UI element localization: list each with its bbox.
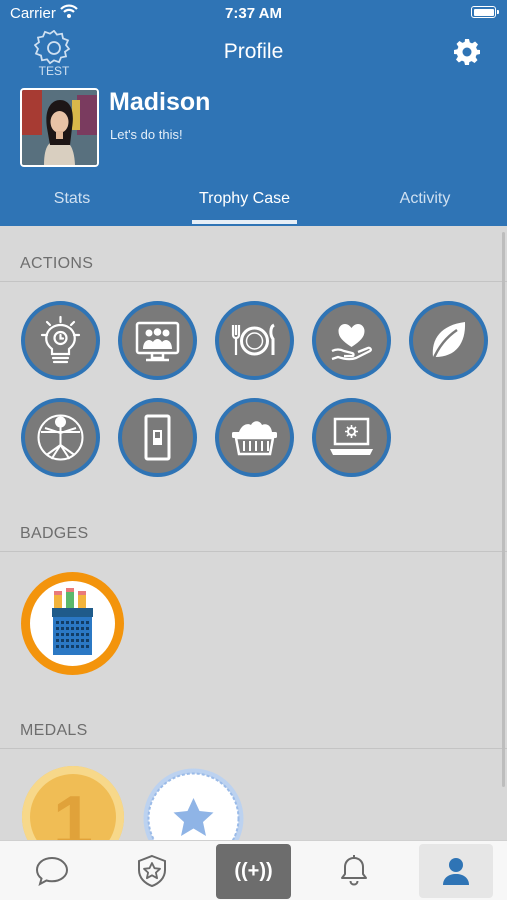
- broadcast-plus-icon[interactable]: ((+)): [216, 844, 291, 899]
- action-heart-hand[interactable]: [312, 301, 391, 380]
- tab-activity[interactable]: Activity: [355, 180, 495, 226]
- user-name: Madison: [109, 88, 211, 116]
- pencil-cup-icon: [52, 588, 93, 655]
- settings-gear-icon[interactable]: [453, 38, 481, 66]
- heart-hand-icon: [331, 324, 372, 361]
- bottom-tab-bar: ((+)): [0, 840, 507, 900]
- actions-divider: [0, 281, 507, 282]
- light-switch-icon: [144, 414, 171, 461]
- actions-section-title: ACTIONS: [20, 255, 94, 272]
- chat-icon: [35, 856, 69, 886]
- action-lightbulb-clock[interactable]: [21, 301, 100, 380]
- active-tab-indicator: [192, 220, 297, 224]
- shield-star-icon: [138, 854, 166, 888]
- tab-profile[interactable]: [419, 844, 493, 898]
- bell-icon: [341, 855, 367, 886]
- user-status-message: Let's do this!: [110, 127, 183, 142]
- profile-icon: [443, 858, 469, 885]
- action-video-meeting[interactable]: [118, 301, 197, 380]
- scroll-indicator[interactable]: [502, 232, 505, 787]
- action-leaf[interactable]: [409, 301, 488, 380]
- badges-divider: [0, 551, 507, 552]
- badges-section-title: BADGES: [20, 525, 89, 542]
- action-plate-utensils[interactable]: [215, 301, 294, 380]
- action-laundry-basket[interactable]: [215, 398, 294, 477]
- lightbulb-clock-icon: [40, 315, 81, 364]
- medals-section-title: MEDALS: [20, 722, 88, 739]
- vitruvian-man-icon: [37, 414, 84, 461]
- tab-notifications[interactable]: [322, 841, 386, 900]
- action-laptop-settings[interactable]: [312, 398, 391, 477]
- laptop-settings-icon: [330, 417, 373, 455]
- status-time: 7:37 AM: [225, 5, 282, 22]
- avatar[interactable]: [20, 88, 99, 167]
- tab-stats[interactable]: Stats: [0, 180, 144, 226]
- test-label: TEST: [38, 64, 70, 78]
- plate-utensils-icon: [231, 323, 275, 356]
- status-bar: Carrier 7:37 AM: [0, 0, 507, 28]
- medals-divider: [0, 748, 507, 749]
- tab-achievements[interactable]: [120, 841, 184, 900]
- video-meeting-icon: [135, 321, 180, 362]
- badge-pencil-cup[interactable]: [21, 572, 124, 675]
- page-title: Profile: [223, 40, 284, 63]
- battery-icon: [471, 6, 499, 18]
- tab-chat[interactable]: [20, 841, 84, 900]
- laundry-basket-icon: [232, 421, 277, 456]
- leaf-icon: [431, 322, 466, 361]
- action-vitruvian-man[interactable]: [21, 398, 100, 477]
- action-light-switch[interactable]: [118, 398, 197, 477]
- profile-header: Carrier 7:37 AM TEST Profile Madison Let…: [0, 0, 507, 226]
